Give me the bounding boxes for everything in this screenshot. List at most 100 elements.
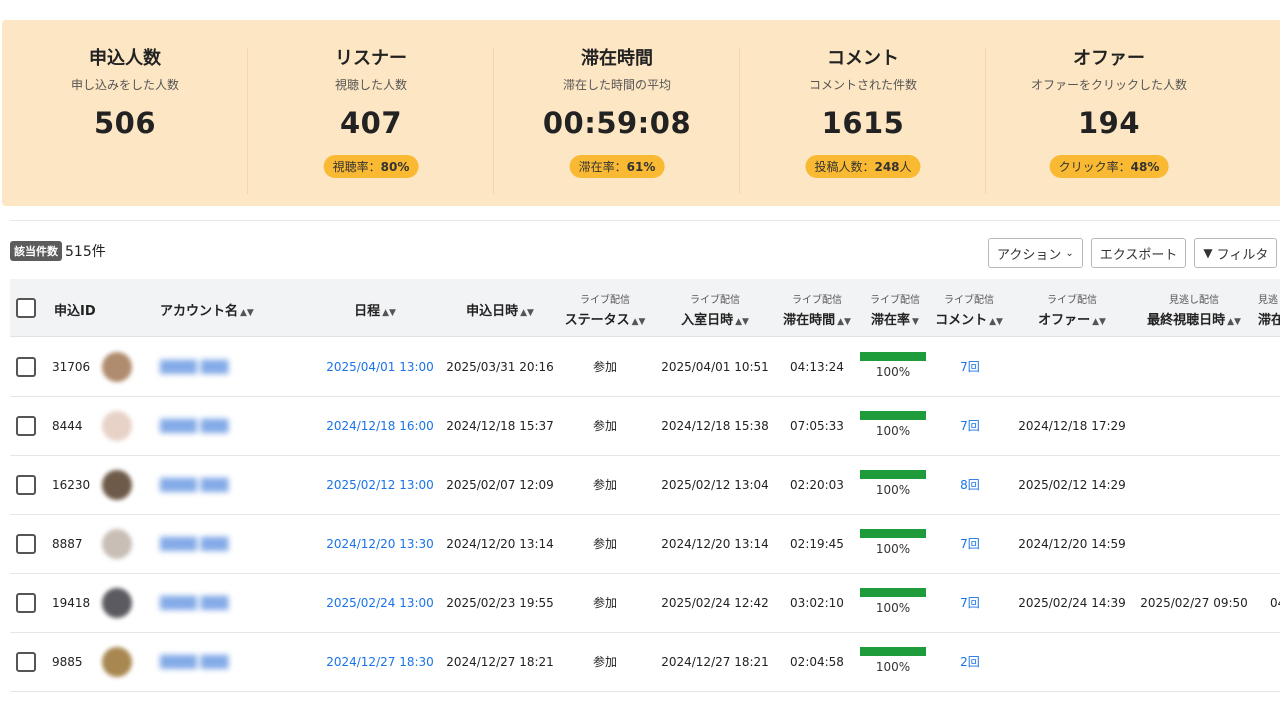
sort-icon: ▲▼ [837,317,851,327]
applied-datetime: 2025/03/31 20:16 [446,360,554,374]
column-prefix: ライブ配信 [1047,295,1097,306]
count-text: 515件 [65,244,106,260]
column-last-view[interactable]: 見逃し配信 最終視聴日時 ▲▼ [1142,279,1246,337]
rate-bar [860,411,926,420]
sort-icon: ▲▼ [520,308,534,318]
column-status[interactable]: ライブ配信 ステータス ▲▼ [560,279,650,337]
column-stay[interactable]: ライブ配信 滞在時間 ▲▼ [780,279,854,337]
column-applied[interactable]: 申込日時 ▲▼ [450,279,550,337]
stat-comments: コメント コメントされた件数 1615 投稿人数：248人 [740,20,986,206]
enter-datetime: 2025/02/24 12:42 [661,596,769,610]
schedule-link[interactable]: 2024/12/27 18:30 [320,633,440,691]
row-checkbox[interactable] [16,652,36,672]
column-id-label: 申込ID [54,304,96,319]
badge-suffix: 人 [899,160,912,174]
stay-time: 04:13:24 [790,360,844,374]
status-text: 参加 [592,596,617,610]
column-prefix: ライブ配信 [870,295,920,306]
table-row[interactable]: 19418 ████ ███ 2025/02/24 13:00 2025/02/23 … [10,574,1280,633]
schedule-link[interactable]: 2025/02/12 13:00 [320,456,440,514]
filter-button[interactable]: ▼ フィルタ [1194,238,1278,268]
stat-subtitle: 申し込みをした人数 [70,78,179,92]
account-name-link[interactable]: ████ ███ [160,537,228,551]
last-view-datetime [1134,456,1254,514]
row-checkbox[interactable] [16,593,36,613]
sort-icon: ▲▼ [1227,317,1241,327]
sort-icon: ▲▼ [1092,317,1106,327]
stat-value: 194 [1077,106,1141,140]
stat-applicants: 申込人数 申し込みをした人数 506 [2,20,248,206]
comment-count-link[interactable]: 2回 [940,633,1000,691]
column-rate[interactable]: ライブ配信 滞在率 ▼ [862,279,928,337]
account-name-link[interactable]: ████ ███ [160,596,228,610]
extra-value [1270,456,1280,514]
row-checkbox[interactable] [16,475,36,495]
column-comment[interactable]: ライブ配信 コメント ▲▼ [934,279,1004,337]
count-tag: 該当件数 [10,241,62,261]
action-button[interactable]: アクション ⌄ [988,238,1083,268]
sort-desc-icon: ▼ [912,317,919,327]
table-row[interactable]: 8444 ████ ███ 2024/12/18 16:00 2024/12/18 1… [10,397,1280,456]
column-schedule[interactable]: 日程 ▲▼ [330,279,420,337]
account-name-link[interactable]: ████ ███ [160,360,228,374]
comment-count-link[interactable]: 8回 [940,456,1000,514]
column-enter[interactable]: ライブ配信 入室日時 ▲▼ [670,279,760,337]
schedule-link[interactable]: 2025/02/24 13:00 [320,574,440,632]
table-row[interactable]: 31706 ████ ███ 2025/04/01 13:00 2025/03/31 … [10,338,1280,397]
column-extra[interactable]: 見逃 滞在 [1258,279,1280,337]
stat-title: リスナー [335,48,407,69]
row-id: 9885 [52,655,83,669]
column-offer[interactable]: ライブ配信 オファー ▲▼ [1024,279,1120,337]
column-id: 申込ID [54,279,114,337]
last-view-datetime: 2025/02/27 09:50 [1140,596,1248,610]
applied-datetime: 2024/12/20 13:14 [446,537,554,551]
table-row[interactable]: 9885 ████ ███ 2024/12/27 18:30 2024/12/27 1… [10,633,1280,692]
comment-count-link[interactable]: 7回 [940,515,1000,573]
account-name-link[interactable]: ████ ███ [160,419,228,433]
schedule-link[interactable]: 2024/12/20 13:30 [320,515,440,573]
avatar [102,647,132,677]
schedule-link[interactable]: 2024/12/18 16:00 [320,397,440,455]
row-checkbox[interactable] [16,357,36,377]
column-stay-label: 滞在時間 [783,313,836,328]
row-checkbox[interactable] [16,534,36,554]
last-view-datetime [1134,633,1254,691]
applied-datetime: 2025/02/07 12:09 [446,478,554,492]
stat-subtitle: オファーをクリックした人数 [1030,78,1187,92]
account-name-link[interactable]: ████ ███ [160,655,228,669]
export-label: エクスポート [1099,247,1178,263]
schedule-link[interactable]: 2025/04/01 13:00 [320,338,440,396]
avatar [102,352,132,382]
rate-text: 100% [875,424,911,438]
column-account-label: アカウント名 [160,304,239,319]
stay-time: 02:04:58 [790,655,844,669]
comment-count-link[interactable]: 7回 [940,574,1000,632]
enter-datetime: 2024/12/20 13:14 [661,537,769,551]
stat-subtitle: 滞在した時間の平均 [562,78,671,92]
comment-count-link[interactable]: 7回 [940,397,1000,455]
stat-badge: 視聴率：80% [323,155,419,178]
export-button[interactable]: エクスポート [1090,238,1187,268]
avatar [102,588,132,618]
comment-count-link[interactable]: 7回 [940,338,1000,396]
enter-datetime: 2025/04/01 10:51 [661,360,769,374]
rate-text: 100% [875,660,911,674]
badge-value: 248 [874,160,900,174]
select-all-checkbox[interactable] [16,298,36,318]
badge-value: 80% [380,160,410,174]
applied-datetime: 2025/02/23 19:55 [446,596,554,610]
column-schedule-label: 日程 [354,304,381,319]
status-text: 参加 [592,360,617,374]
row-id: 31706 [52,360,91,374]
account-name-link[interactable]: ████ ███ [160,478,228,492]
row-checkbox[interactable] [16,416,36,436]
table-row[interactable]: 16230 ████ ███ 2025/02/12 13:00 2025/02/07 … [10,456,1280,515]
column-account[interactable]: アカウント名 ▲▼ [160,279,270,337]
rate-bar-fill [860,411,926,420]
result-count: 該当件数 515件 [10,241,106,261]
row-id: 16230 [52,478,91,492]
last-view-datetime [1134,338,1254,396]
rate-text: 100% [875,601,911,615]
table-row[interactable]: 8887 ████ ███ 2024/12/20 13:30 2024/12/20 1… [10,515,1280,574]
section-divider [10,220,1280,221]
